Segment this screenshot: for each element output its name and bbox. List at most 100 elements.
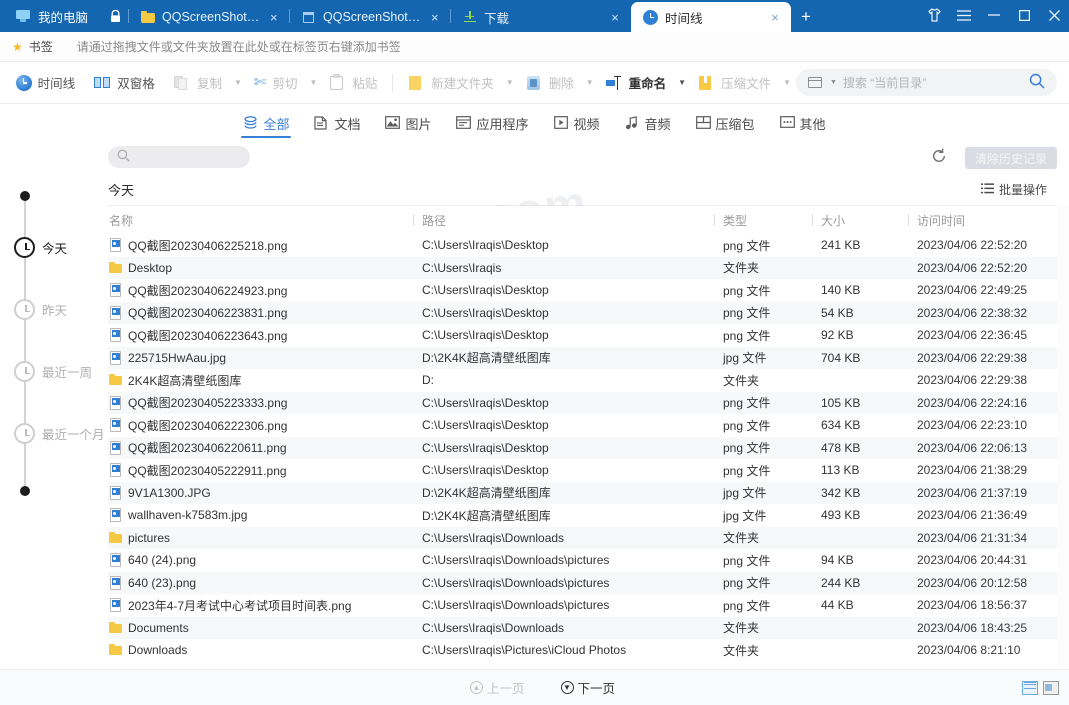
cell-time: 2023/04/06 22:24:16 [917, 395, 1028, 410]
table-row[interactable]: 640 (23).png C:\Users\Iraqis\Downloads\pi… [108, 571, 1057, 594]
maximize-icon[interactable] [1009, 0, 1039, 30]
toolbar-dual-pane-button[interactable]: 双窗格 [87, 68, 162, 98]
table-row[interactable]: 225715HwAau.jpg D:\2K4K超高清壁纸图库 jpg 文件 704 K… [108, 346, 1057, 369]
timeline-label: 今天 [42, 242, 68, 256]
my-computer-button[interactable]: 我的电脑 [0, 0, 102, 32]
table-row[interactable]: 2K4K超高清壁纸图库 D: 文件夹 2023/04/06 22:29:38 [108, 369, 1057, 392]
cell-type: png 文件 [723, 598, 771, 613]
toolbar-label: 复制 [196, 77, 222, 91]
toolbar-search-box[interactable]: ▼ 搜索 “当前目录” [796, 69, 1058, 96]
category-tab-audio[interactable]: 音频 [623, 106, 673, 140]
refresh-icon[interactable] [931, 148, 947, 168]
cell-size: 342 KB [821, 485, 861, 500]
column-header-type[interactable]: 类型 [714, 212, 812, 229]
table-row[interactable]: Desktop C:\Users\Iraqis 文件夹 2023/04/06 22:5… [108, 256, 1057, 279]
clock-icon [14, 361, 35, 382]
timeline-item-today[interactable]: 今天 [0, 237, 67, 258]
timeline-item-last-month[interactable]: 最近一个月 [0, 423, 105, 444]
other-icon [779, 116, 795, 130]
search-icon[interactable] [1029, 73, 1045, 93]
minimize-icon[interactable] [979, 0, 1009, 30]
new-tab-button[interactable]: + [791, 2, 821, 32]
table-row[interactable]: QQ截图20230405223333.png C:\Users\Iraqis\De… [108, 391, 1057, 414]
chevron-down-icon[interactable]: ▼ [304, 78, 322, 87]
chevron-down-icon[interactable]: ▼ [830, 79, 837, 86]
table-row[interactable]: wallhaven-k7583m.jpg D:\2K4K超高清壁纸图库 jpg 文件… [108, 504, 1057, 527]
next-page-button[interactable]: ▼ 下一页 [560, 678, 615, 697]
column-header-name[interactable]: 名称 [108, 212, 413, 229]
column-header-size[interactable]: 大小 [812, 212, 908, 229]
chevron-down-icon[interactable]: ▼ [778, 78, 796, 87]
scrollbar-track[interactable] [1057, 206, 1069, 666]
chevron-down-icon[interactable]: ▼ [673, 78, 691, 87]
chevron-down-icon[interactable]: ▼ [581, 78, 599, 87]
table-row[interactable]: QQ截图20230406225218.png C:\Users\Iraqis\De… [108, 234, 1057, 257]
clear-history-button[interactable]: 清除历史记录 [964, 147, 1057, 169]
audio-icon [625, 116, 640, 130]
category-tab-video[interactable]: 视频 [552, 106, 602, 140]
table-row[interactable]: Documents C:\Users\Iraqis\Downloads 文件夹 202… [108, 616, 1057, 639]
tab-close-icon[interactable]: × [267, 11, 281, 24]
tab-qqscreenshot-doc[interactable]: QQScreenShot Q... × [290, 2, 450, 32]
category-tab-document[interactable]: 文档 [312, 106, 362, 140]
table-row[interactable]: Downloads C:\Users\Iraqis\Pictures\iCloud… [108, 639, 1057, 662]
column-header-path[interactable]: 路径 [413, 212, 714, 229]
shirt-icon[interactable] [919, 0, 949, 30]
tab-close-icon[interactable]: × [607, 11, 623, 24]
list-view-icon[interactable] [1022, 680, 1038, 695]
table-row[interactable]: 640 (24).png C:\Users\Iraqis\Downloads\pi… [108, 549, 1057, 572]
toolbar-timeline-button[interactable]: 时间线 [9, 68, 83, 98]
column-header-time[interactable]: 访问时间 [908, 212, 1048, 229]
tab-close-icon[interactable]: × [428, 11, 442, 24]
table-row[interactable]: QQ截图20230406222306.png C:\Users\Iraqis\De… [108, 414, 1057, 437]
table-row[interactable]: 9V1A1300.JPG D:\2K4K超高清壁纸图库 jpg 文件 342 KB 20… [108, 481, 1057, 504]
bookmark-label[interactable]: 书签 [29, 38, 53, 55]
toolbar-delete-button[interactable]: 删除 [519, 68, 581, 98]
tab-label: 时间线 [665, 11, 703, 26]
tab-timeline[interactable]: 时间线 × [631, 2, 792, 32]
category-tab-other[interactable]: 其他 [778, 106, 828, 140]
document-icon [302, 11, 316, 24]
category-tab-archive[interactable]: 压缩包 [694, 106, 757, 140]
file-name-label: 640 (23).png [128, 575, 197, 590]
category-tab-all[interactable]: 全部 [241, 106, 292, 140]
timeline-item-yesterday[interactable]: 昨天 [0, 299, 67, 320]
table-row[interactable]: QQ截图20230406223831.png C:\Users\Iraqis\De… [108, 301, 1057, 324]
close-icon[interactable] [1039, 0, 1069, 30]
timeline-item-last-week[interactable]: 最近一周 [0, 361, 92, 382]
batch-operation-button[interactable]: 批量操作 [980, 181, 1047, 198]
tab-downloads[interactable]: 下载 × [451, 2, 631, 32]
cell-time: 2023/04/06 22:29:38 [917, 373, 1028, 388]
table-row[interactable]: pictures C:\Users\Iraqis\Downloads 文件夹 2023… [108, 526, 1057, 549]
tab-close-icon[interactable]: × [767, 11, 783, 24]
tab-qqscreenshot-folder[interactable]: QQScreenShot Q... × [129, 2, 289, 32]
category-tab-image[interactable]: 图片 [383, 106, 433, 140]
cell-name: Desktop [108, 261, 413, 275]
cell-type: png 文件 [723, 463, 771, 478]
chevron-down-icon[interactable]: ▼ [229, 78, 247, 87]
search-input[interactable]: 搜索 “当前目录” [843, 74, 1023, 91]
toolbar-paste-button[interactable]: 粘贴 [322, 68, 384, 98]
toolbar-rename-button[interactable]: 重命名 [599, 68, 674, 98]
table-row[interactable]: QQ截图20230406224923.png C:\Users\Iraqis\De… [108, 279, 1057, 302]
lock-icon[interactable] [102, 0, 128, 32]
menu-icon[interactable] [949, 0, 979, 30]
toolbar-copy-button[interactable]: 复制 [167, 68, 229, 98]
file-name-label: Desktop [128, 260, 173, 275]
cell-path: C:\Users\Iraqis\Pictures\iCloud Photos [422, 643, 627, 658]
table-row[interactable]: QQ截图20230406220611.png C:\Users\Iraqis\De… [108, 436, 1057, 459]
prev-page-button[interactable]: ▲ 上一页 [470, 678, 525, 697]
toolbar-zip-button[interactable]: 压缩文件 [691, 68, 778, 98]
chevron-down-icon[interactable]: ▼ [501, 78, 519, 87]
cell-type: 文件夹 [723, 373, 760, 388]
category-label: 音频 [644, 116, 671, 132]
table-row[interactable]: 2023年4-7月考试中心考试项目时间表.png C:\Users\Iraqis\… [108, 594, 1057, 617]
tab-label: 下载 [484, 11, 510, 26]
filter-search-input[interactable] [108, 146, 250, 168]
detail-view-icon[interactable] [1043, 680, 1059, 695]
category-tab-application[interactable]: 应用程序 [454, 106, 530, 140]
table-row[interactable]: QQ截图20230405222911.png C:\Users\Iraqis\De… [108, 459, 1057, 482]
toolbar-cut-button[interactable]: ✄ 剪切 [247, 68, 305, 98]
toolbar-new-folder-button[interactable]: 新建文件夹 [401, 68, 501, 98]
table-row[interactable]: QQ截图20230406223643.png C:\Users\Iraqis\De… [108, 324, 1057, 347]
